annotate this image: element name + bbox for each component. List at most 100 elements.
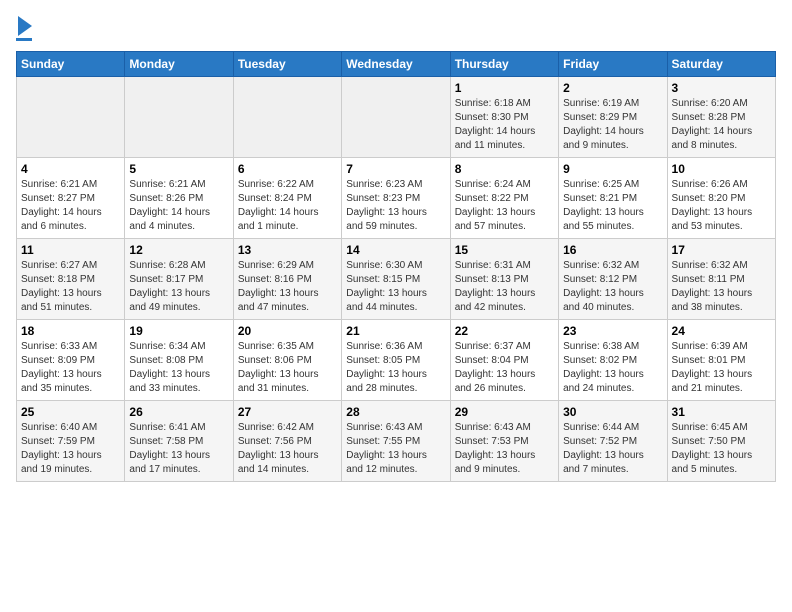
day-number: 27 xyxy=(238,405,337,419)
day-number: 1 xyxy=(455,81,554,95)
calendar-cell: 16 Sunrise: 6:32 AM Sunset: 8:12 PM Dayli… xyxy=(559,239,667,320)
calendar-week-5: 25 Sunrise: 6:40 AM Sunset: 7:59 PM Dayli… xyxy=(17,401,776,482)
calendar-cell: 19Sunrise: 6:34 AM Sunset: 8:08 PM Dayli… xyxy=(125,320,233,401)
calendar-header-row: SundayMondayTuesdayWednesdayThursdayFrid… xyxy=(17,52,776,77)
day-number: 19 xyxy=(129,324,228,338)
day-info: Sunrise: 6:41 AM Sunset: 7:58 PM Dayligh… xyxy=(129,421,228,477)
calendar-cell xyxy=(17,77,125,158)
logo-underline xyxy=(16,38,32,41)
day-info: Sunrise: 6:31 AM Sunset: 8:13 PM Dayligh… xyxy=(455,259,554,315)
day-number: 24 xyxy=(672,324,771,338)
day-number: 5 xyxy=(129,162,228,176)
day-number: 31 xyxy=(672,405,771,419)
calendar-cell: 15 Sunrise: 6:31 AM Sunset: 8:13 PM Dayli… xyxy=(450,239,558,320)
calendar-cell: 29Sunrise: 6:43 AM Sunset: 7:53 PM Dayli… xyxy=(450,401,558,482)
day-number: 10 xyxy=(672,162,771,176)
day-info: Sunrise: 6:43 AM Sunset: 7:53 PM Dayligh… xyxy=(455,421,554,477)
calendar-cell: 1 Sunrise: 6:18 AM Sunset: 8:30 PM Daylig… xyxy=(450,77,558,158)
calendar-cell: 22 Sunrise: 6:37 AM Sunset: 8:04 PM Dayli… xyxy=(450,320,558,401)
weekday-header-tuesday: Tuesday xyxy=(233,52,341,77)
day-info: Sunrise: 6:35 AM Sunset: 8:06 PM Dayligh… xyxy=(238,340,337,396)
day-number: 15 xyxy=(455,243,554,257)
day-number: 6 xyxy=(238,162,337,176)
day-number: 13 xyxy=(238,243,337,257)
calendar-cell: 18 Sunrise: 6:33 AM Sunset: 8:09 PM Dayli… xyxy=(17,320,125,401)
day-info: Sunrise: 6:27 AM Sunset: 8:18 PM Dayligh… xyxy=(21,259,120,315)
calendar-cell: 5 Sunrise: 6:21 AM Sunset: 8:26 PM Daylig… xyxy=(125,158,233,239)
calendar-cell: 11 Sunrise: 6:27 AM Sunset: 8:18 PM Dayli… xyxy=(17,239,125,320)
calendar-cell: 4 Sunrise: 6:21 AM Sunset: 8:27 PM Daylig… xyxy=(17,158,125,239)
day-info: Sunrise: 6:30 AM Sunset: 8:15 PM Dayligh… xyxy=(346,259,445,315)
calendar-week-2: 4 Sunrise: 6:21 AM Sunset: 8:27 PM Daylig… xyxy=(17,158,776,239)
calendar-cell: 3Sunrise: 6:20 AM Sunset: 8:28 PM Daylig… xyxy=(667,77,775,158)
weekday-header-thursday: Thursday xyxy=(450,52,558,77)
day-info: Sunrise: 6:19 AM Sunset: 8:29 PM Dayligh… xyxy=(563,97,662,153)
day-number: 17 xyxy=(672,243,771,257)
day-info: Sunrise: 6:29 AM Sunset: 8:16 PM Dayligh… xyxy=(238,259,337,315)
day-info: Sunrise: 6:42 AM Sunset: 7:56 PM Dayligh… xyxy=(238,421,337,477)
day-info: Sunrise: 6:28 AM Sunset: 8:17 PM Dayligh… xyxy=(129,259,228,315)
day-info: Sunrise: 6:18 AM Sunset: 8:30 PM Dayligh… xyxy=(455,97,554,153)
day-info: Sunrise: 6:22 AM Sunset: 8:24 PM Dayligh… xyxy=(238,178,337,234)
day-info: Sunrise: 6:32 AM Sunset: 8:11 PM Dayligh… xyxy=(672,259,771,315)
day-info: Sunrise: 6:23 AM Sunset: 8:23 PM Dayligh… xyxy=(346,178,445,234)
calendar-cell xyxy=(125,77,233,158)
day-number: 12 xyxy=(129,243,228,257)
day-info: Sunrise: 6:32 AM Sunset: 8:12 PM Dayligh… xyxy=(563,259,662,315)
calendar-cell: 27 Sunrise: 6:42 AM Sunset: 7:56 PM Dayli… xyxy=(233,401,341,482)
day-info: Sunrise: 6:26 AM Sunset: 8:20 PM Dayligh… xyxy=(672,178,771,234)
day-number: 14 xyxy=(346,243,445,257)
day-number: 11 xyxy=(21,243,120,257)
day-info: Sunrise: 6:33 AM Sunset: 8:09 PM Dayligh… xyxy=(21,340,120,396)
day-number: 9 xyxy=(563,162,662,176)
day-number: 8 xyxy=(455,162,554,176)
calendar-cell: 17 Sunrise: 6:32 AM Sunset: 8:11 PM Dayli… xyxy=(667,239,775,320)
calendar-cell: 25 Sunrise: 6:40 AM Sunset: 7:59 PM Dayli… xyxy=(17,401,125,482)
day-info: Sunrise: 6:24 AM Sunset: 8:22 PM Dayligh… xyxy=(455,178,554,234)
day-number: 20 xyxy=(238,324,337,338)
calendar-cell: 31 Sunrise: 6:45 AM Sunset: 7:50 PM Dayli… xyxy=(667,401,775,482)
day-info: Sunrise: 6:38 AM Sunset: 8:02 PM Dayligh… xyxy=(563,340,662,396)
calendar-cell: 7 Sunrise: 6:23 AM Sunset: 8:23 PM Daylig… xyxy=(342,158,450,239)
calendar-cell: 9 Sunrise: 6:25 AM Sunset: 8:21 PM Daylig… xyxy=(559,158,667,239)
day-info: Sunrise: 6:39 AM Sunset: 8:01 PM Dayligh… xyxy=(672,340,771,396)
weekday-header-sunday: Sunday xyxy=(17,52,125,77)
day-number: 16 xyxy=(563,243,662,257)
day-info: Sunrise: 6:37 AM Sunset: 8:04 PM Dayligh… xyxy=(455,340,554,396)
day-info: Sunrise: 6:44 AM Sunset: 7:52 PM Dayligh… xyxy=(563,421,662,477)
page-header xyxy=(16,16,776,41)
day-number: 22 xyxy=(455,324,554,338)
day-info: Sunrise: 6:40 AM Sunset: 7:59 PM Dayligh… xyxy=(21,421,120,477)
calendar-cell: 24 Sunrise: 6:39 AM Sunset: 8:01 PM Dayli… xyxy=(667,320,775,401)
day-info: Sunrise: 6:36 AM Sunset: 8:05 PM Dayligh… xyxy=(346,340,445,396)
weekday-header-monday: Monday xyxy=(125,52,233,77)
day-number: 3 xyxy=(672,81,771,95)
calendar-cell: 30Sunrise: 6:44 AM Sunset: 7:52 PM Dayli… xyxy=(559,401,667,482)
day-number: 2 xyxy=(563,81,662,95)
calendar-cell: 10 Sunrise: 6:26 AM Sunset: 8:20 PM Dayli… xyxy=(667,158,775,239)
day-info: Sunrise: 6:21 AM Sunset: 8:27 PM Dayligh… xyxy=(21,178,120,234)
calendar-cell: 20 Sunrise: 6:35 AM Sunset: 8:06 PM Dayli… xyxy=(233,320,341,401)
logo-arrow-icon xyxy=(18,16,32,36)
calendar-cell: 28Sunrise: 6:43 AM Sunset: 7:55 PM Dayli… xyxy=(342,401,450,482)
day-number: 4 xyxy=(21,162,120,176)
day-info: Sunrise: 6:25 AM Sunset: 8:21 PM Dayligh… xyxy=(563,178,662,234)
calendar-week-1: 1 Sunrise: 6:18 AM Sunset: 8:30 PM Daylig… xyxy=(17,77,776,158)
calendar-cell xyxy=(233,77,341,158)
calendar-week-3: 11 Sunrise: 6:27 AM Sunset: 8:18 PM Dayli… xyxy=(17,239,776,320)
day-number: 28 xyxy=(346,405,445,419)
day-info: Sunrise: 6:21 AM Sunset: 8:26 PM Dayligh… xyxy=(129,178,228,234)
day-number: 18 xyxy=(21,324,120,338)
calendar-cell: 14 Sunrise: 6:30 AM Sunset: 8:15 PM Dayli… xyxy=(342,239,450,320)
day-number: 7 xyxy=(346,162,445,176)
calendar-cell: 12 Sunrise: 6:28 AM Sunset: 8:17 PM Dayli… xyxy=(125,239,233,320)
calendar-week-4: 18 Sunrise: 6:33 AM Sunset: 8:09 PM Dayli… xyxy=(17,320,776,401)
calendar-cell: 13 Sunrise: 6:29 AM Sunset: 8:16 PM Dayli… xyxy=(233,239,341,320)
day-info: Sunrise: 6:45 AM Sunset: 7:50 PM Dayligh… xyxy=(672,421,771,477)
calendar-cell: 26Sunrise: 6:41 AM Sunset: 7:58 PM Dayli… xyxy=(125,401,233,482)
calendar-cell: 21 Sunrise: 6:36 AM Sunset: 8:05 PM Dayli… xyxy=(342,320,450,401)
day-number: 23 xyxy=(563,324,662,338)
day-number: 21 xyxy=(346,324,445,338)
day-number: 25 xyxy=(21,405,120,419)
calendar-cell: 6 Sunrise: 6:22 AM Sunset: 8:24 PM Daylig… xyxy=(233,158,341,239)
